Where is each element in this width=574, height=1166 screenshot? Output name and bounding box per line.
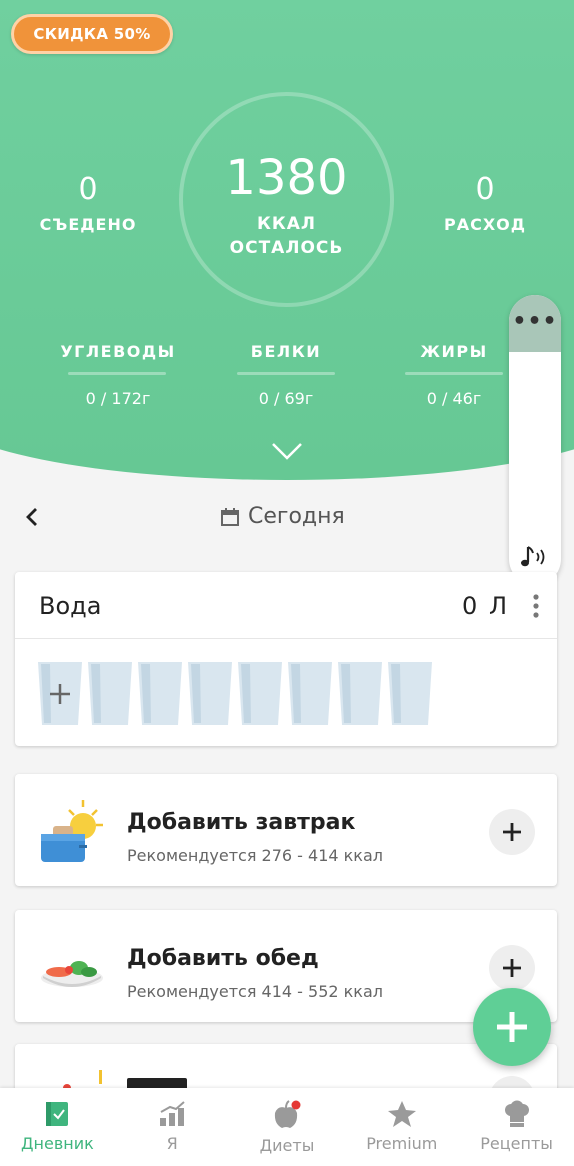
expand-chevron-icon[interactable]	[271, 440, 303, 462]
nav-premium[interactable]: Premium	[344, 1088, 459, 1166]
quick-add-button[interactable]	[473, 988, 551, 1066]
nav-label: Диеты	[259, 1136, 315, 1155]
water-title: Вода	[39, 592, 102, 620]
carbs-value: 0 / 172г	[85, 389, 151, 408]
apple-icon	[274, 1100, 301, 1128]
nav-label: Рецепты	[480, 1134, 553, 1153]
breakfast-card[interactable]: Добавить завтрак Рекомендуется 276 - 414…	[15, 774, 557, 886]
burned-label: РАСХОД	[443, 215, 527, 234]
date-label: Сегодня	[248, 504, 345, 529]
burned-value: 0	[475, 172, 495, 207]
nav-label: Premium	[366, 1134, 438, 1153]
water-glass-icon[interactable]	[138, 662, 182, 725]
protein-label: БЕЛКИ	[250, 342, 322, 361]
salad-plate-icon	[41, 961, 103, 987]
date-selector[interactable]: Сегодня	[220, 504, 345, 529]
plus-icon	[503, 959, 521, 977]
calories-unit: ККАЛ	[256, 214, 317, 234]
eaten-value: 0	[78, 172, 98, 207]
discount-badge[interactable]: СКИДКА 50%	[11, 14, 173, 54]
toaster-sun-icon	[41, 800, 103, 862]
plus-icon	[497, 1012, 527, 1042]
add-breakfast-button[interactable]	[489, 809, 535, 855]
calendar-icon	[221, 507, 239, 526]
carbs-progress	[68, 372, 166, 375]
previous-day-icon[interactable]	[22, 506, 42, 528]
nav-label: Я	[166, 1134, 178, 1153]
progress-icon	[160, 1101, 185, 1126]
nav-me[interactable]: Я	[115, 1088, 230, 1166]
water-glass-icon[interactable]	[188, 662, 232, 725]
water-glasses	[38, 662, 432, 725]
nav-label: Дневник	[21, 1134, 94, 1153]
bottom-navigation: Дневник Я Диеты Premium Рецепты	[0, 1088, 574, 1166]
nav-diets[interactable]: Диеты	[230, 1088, 345, 1166]
add-lunch-title: Добавить обед	[127, 946, 319, 971]
fat-value: 0 / 46г	[426, 389, 482, 408]
water-glass-icon[interactable]	[388, 662, 432, 725]
music-sound-icon[interactable]	[519, 543, 551, 571]
more-options-icon[interactable]: •••	[509, 295, 561, 352]
plus-icon	[503, 823, 521, 841]
divider	[15, 638, 557, 639]
add-breakfast-title: Добавить завтрак	[127, 810, 356, 835]
floating-side-panel[interactable]: •••	[509, 295, 561, 585]
nav-recipes[interactable]: Рецепты	[459, 1088, 574, 1166]
diary-icon	[46, 1102, 69, 1126]
water-glass-icon[interactable]	[288, 662, 332, 725]
calories-remaining-value: 1380	[225, 150, 348, 206]
lunch-recommendation: Рекомендуется 414 - 552 ккал	[127, 982, 383, 1001]
water-amount: 0 Л	[462, 592, 509, 620]
add-lunch-button[interactable]	[489, 945, 535, 991]
add-glass-icon[interactable]	[38, 662, 82, 725]
nav-diary[interactable]: Дневник	[0, 1088, 115, 1166]
protein-value: 0 / 69г	[258, 389, 314, 408]
carbs-label: УГЛЕВОДЫ	[60, 342, 176, 361]
protein-progress	[237, 372, 335, 375]
water-menu-icon[interactable]	[533, 594, 539, 618]
water-glass-icon[interactable]	[238, 662, 282, 725]
water-card: Вода 0 Л	[15, 572, 557, 746]
water-glass-icon[interactable]	[88, 662, 132, 725]
chef-hat-icon	[504, 1100, 529, 1127]
eaten-label: СЪЕДЕНО	[39, 215, 137, 234]
star-icon	[387, 1101, 416, 1127]
summary-header: СКИДКА 50% 1380 ККАЛ ОСТАЛОСЬ 0 СЪЕДЕНО …	[0, 0, 574, 490]
calories-remaining-label: ОСТАЛОСЬ	[229, 238, 344, 258]
water-glass-icon[interactable]	[338, 662, 382, 725]
breakfast-recommendation: Рекомендуется 276 - 414 ккал	[127, 846, 383, 865]
fat-label: ЖИРЫ	[420, 342, 488, 361]
lunch-card[interactable]: Добавить обед Рекомендуется 414 - 552 кк…	[15, 910, 557, 1022]
dinner-icon	[63, 1070, 102, 1090]
fat-progress	[405, 372, 503, 375]
